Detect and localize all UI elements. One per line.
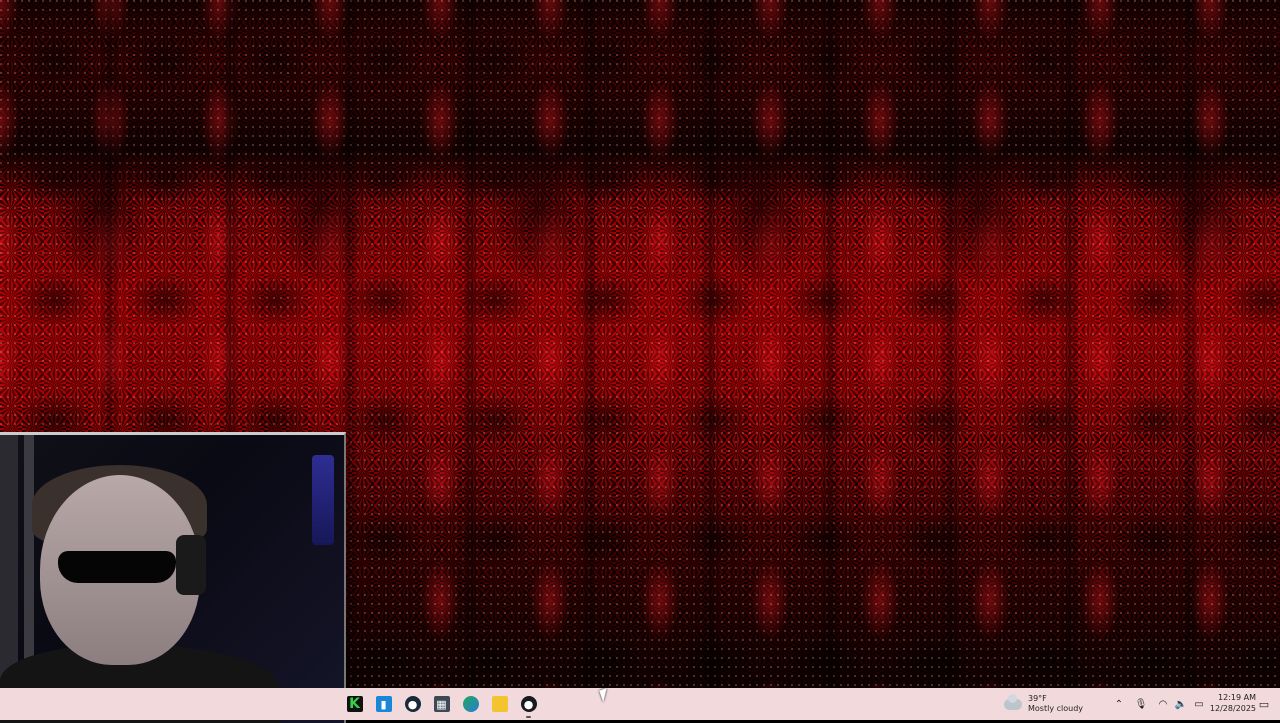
notification-center-icon[interactable]: ▭ (1254, 692, 1274, 716)
steam-running-icon: ● (520, 696, 537, 712)
weather-widget[interactable]: 39°F Mostly cloudy (1004, 692, 1083, 716)
clock-date: 12/28/2025 (1209, 704, 1256, 713)
taskbar-pinned-apps: K ▮ ● ▦ ● (340, 688, 543, 720)
taskbar-app-k[interactable]: K (340, 688, 369, 720)
taskbar-app-calculator[interactable]: ▦ (427, 688, 456, 720)
taskbar-clock[interactable]: 12:19 AM 12/28/2025 (1204, 692, 1256, 714)
file-explorer-icon (491, 696, 508, 712)
volume-icon[interactable]: 🔈 (1172, 688, 1190, 720)
webcam-person-sunglasses (58, 551, 176, 583)
taskbar-app-steam[interactable]: ● (398, 688, 427, 720)
weather-temperature: 39°F (1028, 694, 1047, 703)
k-app-icon: K (346, 696, 363, 712)
webcam-blue-light (312, 455, 334, 545)
steam-icon: ● (404, 696, 421, 712)
webcam-person-headphone (176, 535, 206, 595)
taskbar-app-store[interactable]: ▮ (369, 688, 398, 720)
taskbar-app-file-explorer[interactable] (485, 688, 514, 720)
store-icon: ▮ (375, 696, 392, 712)
taskbar-app-edge[interactable] (456, 688, 485, 720)
wifi-icon[interactable]: ◠ (1154, 688, 1172, 720)
running-indicator (526, 716, 531, 718)
system-tray: ⌃ 🎙 ◠ 🔈 ▭ (1110, 688, 1208, 720)
calculator-icon: ▦ (433, 696, 450, 712)
taskbar (0, 688, 1280, 720)
show-hidden-icons-chevron-icon[interactable]: ⌃ (1110, 688, 1128, 720)
clock-time: 12:19 AM (1218, 693, 1256, 702)
taskbar-app-steam-running[interactable]: ● (514, 688, 543, 720)
edge-icon (462, 696, 479, 712)
webcam-overlay (0, 432, 346, 723)
cloud-icon (1004, 693, 1022, 710)
weather-condition: Mostly cloudy (1028, 704, 1083, 713)
microphone-icon[interactable]: 🎙 (1132, 688, 1150, 720)
